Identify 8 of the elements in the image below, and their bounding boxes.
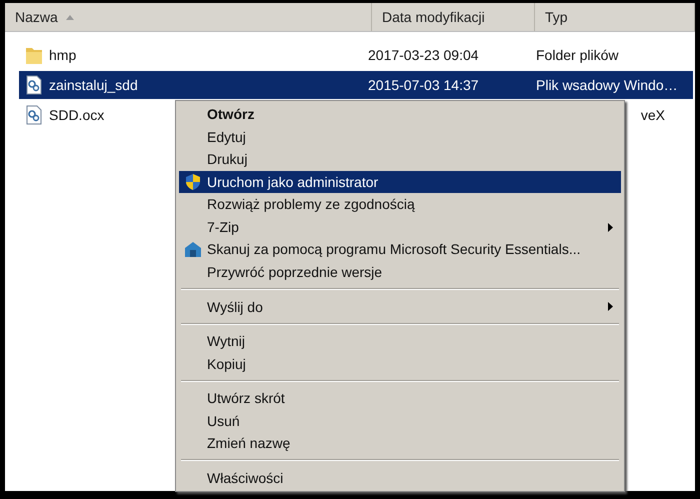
date-text: 2015-07-03 14:37 <box>368 77 479 93</box>
file-name: hmp <box>49 47 76 63</box>
type-text: veX <box>640 107 665 123</box>
date-text: 2017-03-23 09:04 <box>368 47 479 63</box>
file-name: SDD.ocx <box>49 107 104 123</box>
type-text: Folder plików <box>536 47 618 63</box>
type-text: Plik wsadowy Windo… <box>536 77 678 93</box>
file-name: zainstaluj_sdd <box>49 77 138 93</box>
